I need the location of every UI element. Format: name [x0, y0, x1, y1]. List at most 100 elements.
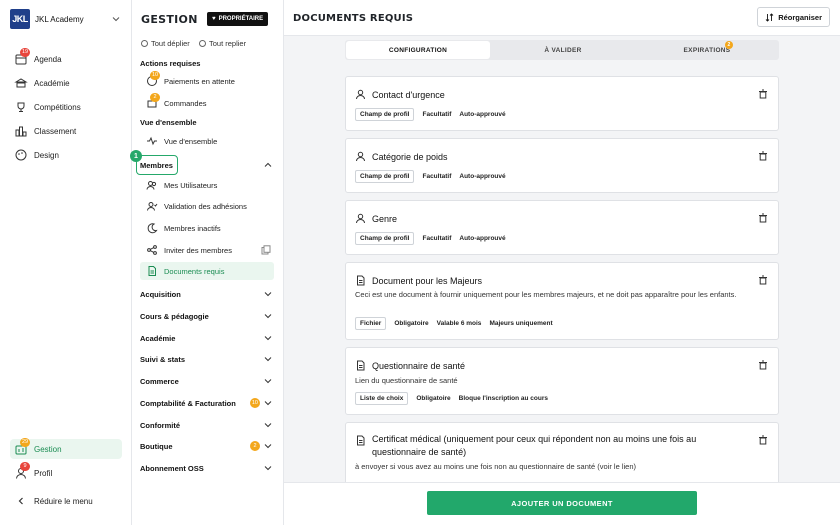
- tag: Auto-approuvé: [459, 173, 506, 180]
- membres-inactifs-item[interactable]: Membres inactifs: [140, 219, 274, 237]
- owner-badge: ♥ PROPRIÉTAIRE: [207, 12, 269, 26]
- chevron-down-icon: [264, 379, 272, 384]
- card-description: Ceci est une document à fournir uniqueme…: [355, 290, 737, 299]
- card-title: Questionnaire de santé: [372, 360, 466, 371]
- tab-label: CONFIGURATION: [388, 46, 448, 54]
- tag: Valable 6 mois: [436, 320, 482, 327]
- profil-badge: 9: [20, 462, 30, 471]
- tab-expirations[interactable]: EXPIRATIONS 2: [635, 40, 779, 60]
- reorganize-button[interactable]: Réorganiser: [757, 7, 830, 27]
- boutique-badge: 2: [250, 441, 260, 451]
- add-document-button[interactable]: AJOUTER UN DOCUMENT: [427, 491, 697, 515]
- document-card[interactable]: Genre Champ de profil Facultatif Auto-ap…: [345, 200, 779, 255]
- collapse-icon: [199, 40, 206, 47]
- section-acquisition[interactable]: Acquisition: [140, 286, 272, 302]
- document-card[interactable]: Document pour les Majeurs Ceci est une d…: [345, 262, 779, 340]
- academy-logo: JKL: [10, 9, 30, 29]
- section-cours-pedagogie[interactable]: Cours & pédagogie: [140, 308, 272, 324]
- section-academie[interactable]: Académie: [140, 330, 272, 346]
- card-header: Catégorie de poids: [355, 151, 448, 162]
- section-comptabilite[interactable]: Comptabilité & Facturation 10: [140, 395, 272, 411]
- step-number: 1: [130, 150, 142, 162]
- trash-icon[interactable]: [758, 360, 768, 370]
- tag-type: Champ de profil: [355, 232, 415, 245]
- collapse-menu-button[interactable]: Réduire le menu: [10, 491, 122, 511]
- tab-configuration[interactable]: CONFIGURATION: [346, 41, 490, 59]
- commandes-item[interactable]: 2 Commandes: [140, 93, 274, 112]
- section-label: Cours & pédagogie: [140, 311, 209, 321]
- nav-label: Design: [34, 150, 59, 160]
- expand-all-button[interactable]: Tout déplier: [141, 39, 190, 48]
- chevron-down-icon: [264, 423, 272, 428]
- agenda-badge: 19: [20, 48, 31, 57]
- academy-switcher[interactable]: JKL JKL Academy: [10, 9, 128, 29]
- vue-ensemble-item[interactable]: Vue d'ensemble: [140, 132, 274, 150]
- tag-type: Champ de profil: [355, 108, 415, 121]
- document-card[interactable]: Questionnaire de santé Lien du questionn…: [345, 347, 779, 415]
- collapse-all-button[interactable]: Tout replier: [199, 39, 246, 48]
- section-commerce[interactable]: Commerce: [140, 373, 272, 389]
- trash-icon[interactable]: [758, 213, 768, 223]
- card-header: Genre: [355, 213, 397, 224]
- document-icon: [146, 265, 158, 277]
- nav-profil[interactable]: 9 Profil: [10, 462, 122, 483]
- trash-icon[interactable]: [758, 89, 768, 99]
- moon-icon: [146, 222, 158, 234]
- card-title: Catégorie de poids: [372, 151, 448, 162]
- nav-academie[interactable]: Académie: [10, 73, 122, 93]
- commandes-badge: 2: [150, 93, 160, 102]
- validation-adhesions-item[interactable]: Validation des adhésions: [140, 197, 274, 215]
- trash-icon[interactable]: [758, 435, 768, 445]
- copy-icon[interactable]: [261, 245, 271, 255]
- trash-icon[interactable]: [758, 275, 768, 285]
- trash-icon[interactable]: [758, 151, 768, 161]
- nav-classement[interactable]: Classement: [10, 121, 122, 141]
- tab-label: À VALIDER: [544, 46, 582, 54]
- nav-competitions[interactable]: Compétitions: [10, 97, 122, 117]
- document-icon: [357, 435, 365, 446]
- palette-icon: [14, 148, 28, 162]
- chevron-down-icon: [264, 401, 272, 406]
- section-label: Comptabilité & Facturation: [140, 398, 236, 408]
- gestion-panel: GESTION ♥ PROPRIÉTAIRE Tout déplier Tout…: [132, 0, 284, 525]
- nav-agenda[interactable]: 19 Agenda: [10, 48, 122, 69]
- section-label: Suivi & stats: [140, 354, 186, 364]
- documents-requis-item[interactable]: Documents requis: [140, 262, 274, 280]
- mes-utilisateurs-item[interactable]: Mes Utilisateurs: [140, 176, 274, 194]
- share-icon: [146, 244, 158, 256]
- section-label: Abonnement OSS: [140, 463, 204, 473]
- item-label: Vue d'ensemble: [164, 136, 218, 146]
- chevron-up-icon: [264, 162, 272, 167]
- nav-gestion[interactable]: 29 Gestion: [10, 438, 122, 459]
- section-label: Commerce: [140, 376, 179, 386]
- section-conformite[interactable]: Conformité: [140, 417, 272, 433]
- tag: Facultatif: [422, 173, 452, 180]
- tag: Facultatif: [422, 111, 452, 118]
- reorganize-label: Réorganiser: [778, 12, 822, 22]
- collapse-menu-label: Réduire le menu: [34, 496, 93, 506]
- inviter-membres-item[interactable]: Inviter des membres: [140, 241, 274, 259]
- document-card[interactable]: Contact d'urgence Champ de profil Facult…: [345, 76, 779, 131]
- panel-title: GESTION: [141, 13, 198, 26]
- nav-design[interactable]: Design: [10, 145, 122, 165]
- academy-name: JKL Academy: [35, 14, 84, 24]
- section-abonnement-oss[interactable]: Abonnement OSS: [140, 460, 272, 476]
- section-label: Acquisition: [140, 289, 181, 299]
- actions-heading: Actions requises: [140, 59, 201, 68]
- nav-label: Agenda: [34, 54, 62, 64]
- section-boutique[interactable]: Boutique 2: [140, 438, 272, 454]
- academy-icon: [14, 76, 28, 90]
- paiements-badge: 10: [150, 71, 161, 80]
- nav-label: Profil: [34, 468, 53, 478]
- tag: Majeurs uniquement: [489, 320, 553, 327]
- tag: Obligatoire: [416, 395, 451, 402]
- item-label: Membres inactifs: [164, 223, 221, 233]
- tag-type: Fichier: [355, 317, 387, 330]
- section-suivi-stats[interactable]: Suivi & stats: [140, 351, 272, 367]
- person-icon: [356, 213, 365, 224]
- tab-label: EXPIRATIONS: [683, 46, 731, 54]
- tab-a-valider[interactable]: À VALIDER: [491, 40, 635, 60]
- card-title: Document pour les Majeurs: [372, 275, 483, 286]
- paiements-en-attente-item[interactable]: 10 Paiements en attente: [140, 71, 274, 90]
- document-card[interactable]: Catégorie de poids Champ de profil Facul…: [345, 138, 779, 193]
